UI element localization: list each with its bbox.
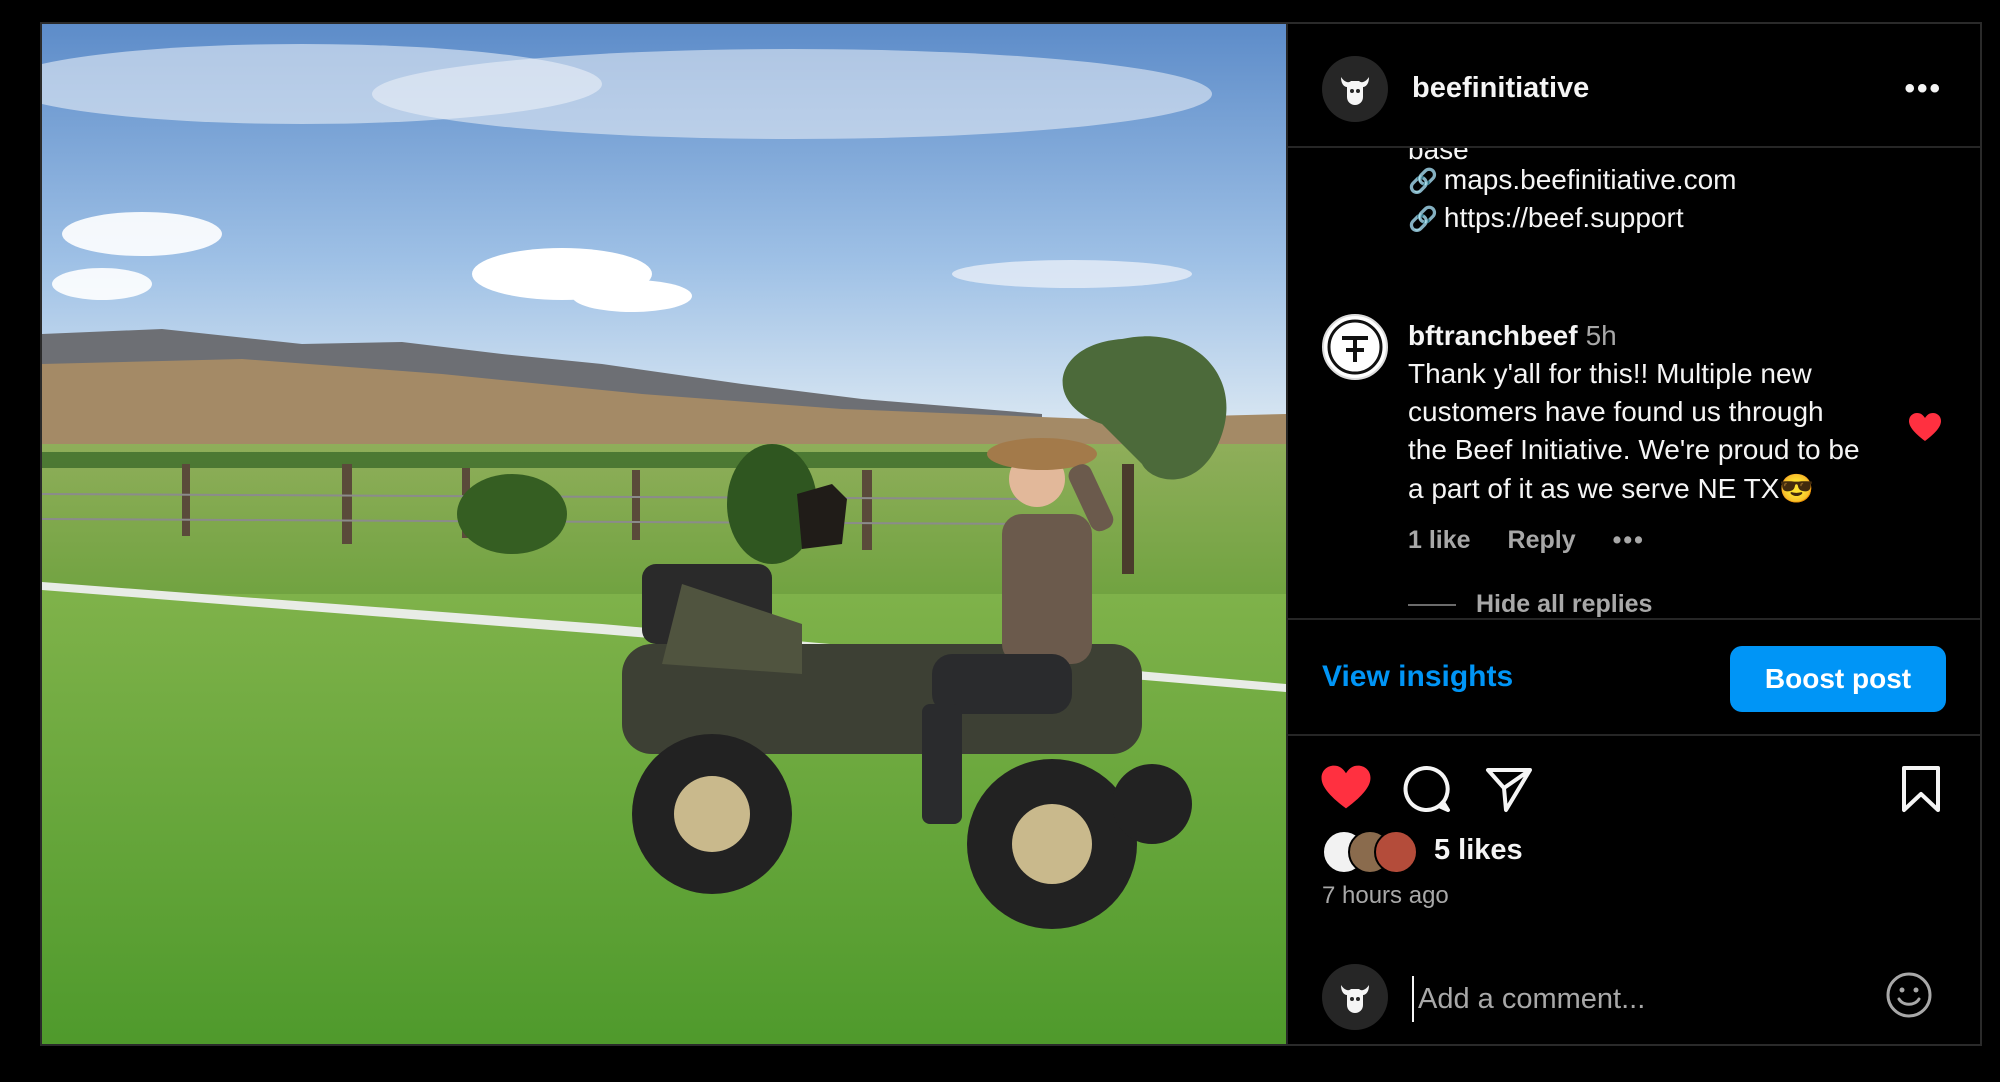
link-icon: 🔗: [1408, 168, 1438, 195]
comment-likes-count[interactable]: 1 like: [1408, 526, 1471, 554]
caption-link-maps[interactable]: 🔗 maps.beefinitiative.com: [1408, 164, 1736, 196]
comment-text-line: customers have found us through: [1408, 396, 1824, 427]
comment-composer: [1288, 954, 1980, 1044]
replies-divider: [1408, 604, 1456, 606]
share-icon[interactable]: [1484, 764, 1534, 819]
ranch-atv-photo: [42, 24, 1286, 1044]
insights-bar: View insights Boost post: [1288, 618, 1980, 736]
commenter-username[interactable]: bftranchbeef: [1408, 320, 1578, 351]
like-icon[interactable]: [1320, 764, 1372, 815]
view-insights-link[interactable]: View insights: [1322, 660, 1513, 694]
post-side-panel: beefinitiative ••• base 🔗 maps.beefinitia…: [1286, 24, 1980, 1044]
reply-button[interactable]: Reply: [1508, 526, 1576, 554]
save-icon[interactable]: [1900, 764, 1942, 819]
link-icon: 🔗: [1408, 206, 1438, 233]
current-user-avatar: [1322, 964, 1388, 1030]
comment-header: bftranchbeef 5h: [1408, 320, 1617, 352]
boost-post-button[interactable]: Boost post: [1730, 646, 1946, 712]
comments-section: base 🔗 maps.beefinitiative.com 🔗 https://b…: [1288, 148, 1980, 618]
post-timestamp: 7 hours ago: [1322, 882, 1449, 909]
bull-logo-icon: [1341, 985, 1369, 1013]
comment-text-line: a part of it as we serve NE TX😎: [1408, 473, 1815, 504]
hide-replies-button[interactable]: Hide all replies: [1476, 590, 1652, 618]
comment-icon[interactable]: [1402, 764, 1452, 819]
emoji-icon[interactable]: [1884, 970, 1934, 1025]
post-actions: [1288, 744, 1980, 844]
commenter-avatar[interactable]: [1322, 314, 1388, 380]
caption-link-support-text[interactable]: https://beef.support: [1444, 202, 1684, 233]
owner-username[interactable]: beefinitiative: [1412, 72, 1589, 105]
post-photo[interactable]: [42, 24, 1286, 1044]
likes-count[interactable]: 5 likes: [1434, 834, 1523, 867]
add-comment-input[interactable]: [1412, 976, 1860, 1022]
tf-logo-icon: [1327, 319, 1383, 375]
comment-timestamp: 5h: [1585, 320, 1617, 351]
comment-more-button[interactable]: •••: [1613, 526, 1645, 554]
owner-avatar[interactable]: [1322, 56, 1388, 122]
caption-link-maps-text[interactable]: maps.beefinitiative.com: [1444, 164, 1737, 195]
bull-logo-icon: [1341, 77, 1369, 105]
caption-link-support[interactable]: 🔗 https://beef.support: [1408, 202, 1684, 234]
comment-actions: 1 like Reply •••: [1408, 526, 1675, 555]
comment-text-line: the Beef Initiative. We're proud to be: [1408, 434, 1860, 465]
post-modal: beefinitiative ••• base 🔗 maps.beefinitia…: [40, 22, 1982, 1046]
liker-avatar: [1374, 830, 1418, 874]
more-options-button[interactable]: •••: [1904, 72, 1942, 106]
comment-text-line: Thank y'all for this!! Multiple new: [1408, 358, 1812, 389]
comment-like-icon[interactable]: [1908, 412, 1942, 447]
post-header: beefinitiative •••: [1288, 24, 1980, 148]
